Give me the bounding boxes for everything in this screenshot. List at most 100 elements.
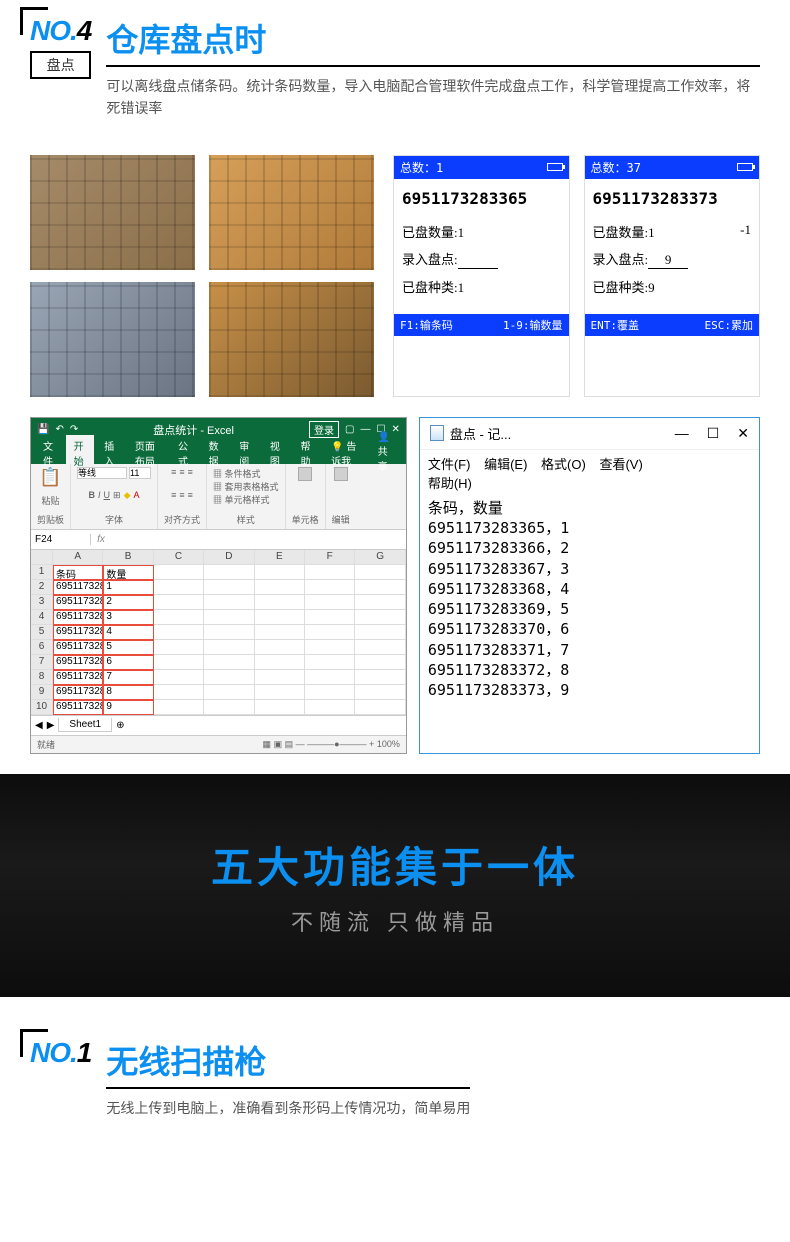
- menu-help[interactable]: 帮助(H): [428, 476, 472, 491]
- font-color-icon[interactable]: A: [134, 490, 140, 501]
- cell[interactable]: 数量: [103, 565, 153, 580]
- align-left-icon[interactable]: ≡: [171, 490, 176, 500]
- cell[interactable]: [154, 670, 204, 685]
- cell[interactable]: [154, 640, 204, 655]
- paste-icon[interactable]: 📋: [39, 467, 61, 488]
- cell[interactable]: 6: [31, 640, 53, 655]
- cell[interactable]: [154, 610, 204, 625]
- cell[interactable]: [305, 610, 355, 625]
- add-sheet-icon[interactable]: ⊕: [116, 720, 124, 731]
- cell[interactable]: 7: [31, 655, 53, 670]
- cell[interactable]: 7: [103, 670, 153, 685]
- cell[interactable]: [305, 700, 355, 715]
- cell[interactable]: 5: [31, 625, 53, 640]
- cell[interactable]: 2: [103, 595, 153, 610]
- cell[interactable]: [355, 595, 405, 610]
- cell[interactable]: [154, 565, 204, 580]
- menu-view[interactable]: 查看(V): [599, 457, 642, 472]
- cell[interactable]: [204, 670, 254, 685]
- cell[interactable]: [204, 610, 254, 625]
- undo-icon[interactable]: ↶: [55, 424, 63, 435]
- sheet-nav-next-icon[interactable]: ▶: [47, 720, 55, 731]
- cell[interactable]: 2: [31, 580, 53, 595]
- cell[interactable]: 6951173283370: [53, 655, 103, 670]
- cells-icon[interactable]: [298, 467, 312, 481]
- sheet-tab[interactable]: Sheet1: [58, 718, 112, 732]
- cell[interactable]: E: [255, 550, 305, 565]
- cell[interactable]: [255, 565, 305, 580]
- cell[interactable]: [255, 640, 305, 655]
- cell[interactable]: [255, 595, 305, 610]
- cell[interactable]: G: [355, 550, 405, 565]
- cell[interactable]: [305, 565, 355, 580]
- cell[interactable]: [204, 580, 254, 595]
- view-page-icon[interactable]: ▣: [274, 739, 283, 749]
- excel-grid[interactable]: ABCDEFG1条码数量2695117328336513695117328336…: [31, 550, 406, 715]
- cell[interactable]: 9: [103, 700, 153, 715]
- name-box[interactable]: F24: [31, 534, 91, 545]
- align-center-icon[interactable]: ≡: [179, 490, 184, 500]
- scanner2-input-field[interactable]: [648, 252, 688, 269]
- table-format[interactable]: ▦ 套用表格格式: [213, 480, 279, 493]
- cell[interactable]: [305, 640, 355, 655]
- cell[interactable]: [204, 700, 254, 715]
- underline-icon[interactable]: U: [104, 490, 111, 501]
- cell[interactable]: F: [305, 550, 355, 565]
- font-size-input[interactable]: [129, 467, 151, 479]
- cell[interactable]: [154, 700, 204, 715]
- menu-format[interactable]: 格式(O): [541, 457, 586, 472]
- cell[interactable]: [255, 610, 305, 625]
- cell[interactable]: 条码: [53, 565, 103, 580]
- menu-edit[interactable]: 编辑(E): [484, 457, 527, 472]
- cell[interactable]: [255, 655, 305, 670]
- cell[interactable]: [255, 685, 305, 700]
- cell[interactable]: [255, 670, 305, 685]
- ribbon-mode-icon[interactable]: ▢: [345, 424, 354, 435]
- cell[interactable]: 4: [31, 610, 53, 625]
- cell[interactable]: [204, 625, 254, 640]
- bold-icon[interactable]: B: [89, 490, 96, 501]
- cell[interactable]: 8: [103, 685, 153, 700]
- cell[interactable]: [305, 595, 355, 610]
- cell[interactable]: [255, 625, 305, 640]
- cell[interactable]: [204, 685, 254, 700]
- cell[interactable]: 6951173283368: [53, 625, 103, 640]
- share-button[interactable]: 👤 共享: [370, 429, 402, 476]
- cell[interactable]: [204, 655, 254, 670]
- sheet-nav-prev-icon[interactable]: ◀: [35, 720, 43, 731]
- cell[interactable]: [305, 655, 355, 670]
- cell[interactable]: 6951173283367: [53, 610, 103, 625]
- cell[interactable]: 4: [103, 625, 153, 640]
- cell[interactable]: [305, 685, 355, 700]
- scanner1-input-field[interactable]: [458, 252, 498, 269]
- cell[interactable]: [355, 655, 405, 670]
- cell[interactable]: [204, 565, 254, 580]
- cell[interactable]: 6951173283369: [53, 640, 103, 655]
- cell[interactable]: 10: [31, 700, 53, 715]
- italic-icon[interactable]: I: [98, 490, 101, 501]
- cell[interactable]: [204, 595, 254, 610]
- view-normal-icon[interactable]: ▦: [263, 739, 272, 749]
- cell[interactable]: A: [53, 550, 103, 565]
- cell[interactable]: [305, 670, 355, 685]
- menu-file[interactable]: 文件(F): [428, 457, 471, 472]
- cell[interactable]: 1: [31, 565, 53, 580]
- cell[interactable]: 1: [103, 580, 153, 595]
- cell[interactable]: [154, 625, 204, 640]
- cell[interactable]: 9: [31, 685, 53, 700]
- cell[interactable]: [355, 625, 405, 640]
- cell[interactable]: 3: [31, 595, 53, 610]
- close-icon[interactable]: ✕: [737, 425, 749, 442]
- fx-icon[interactable]: fx: [91, 534, 111, 545]
- cell[interactable]: [255, 580, 305, 595]
- notepad-titlebar[interactable]: 盘点 - 记... — ☐ ✕: [420, 418, 759, 450]
- redo-icon[interactable]: ↷: [70, 424, 78, 435]
- cell[interactable]: [355, 610, 405, 625]
- align-mid-icon[interactable]: ≡: [179, 467, 184, 477]
- cell[interactable]: [305, 580, 355, 595]
- cell[interactable]: 6: [103, 655, 153, 670]
- cell[interactable]: 6951173283372: [53, 685, 103, 700]
- cell[interactable]: [355, 670, 405, 685]
- cell[interactable]: [154, 595, 204, 610]
- view-break-icon[interactable]: ▤: [285, 739, 294, 749]
